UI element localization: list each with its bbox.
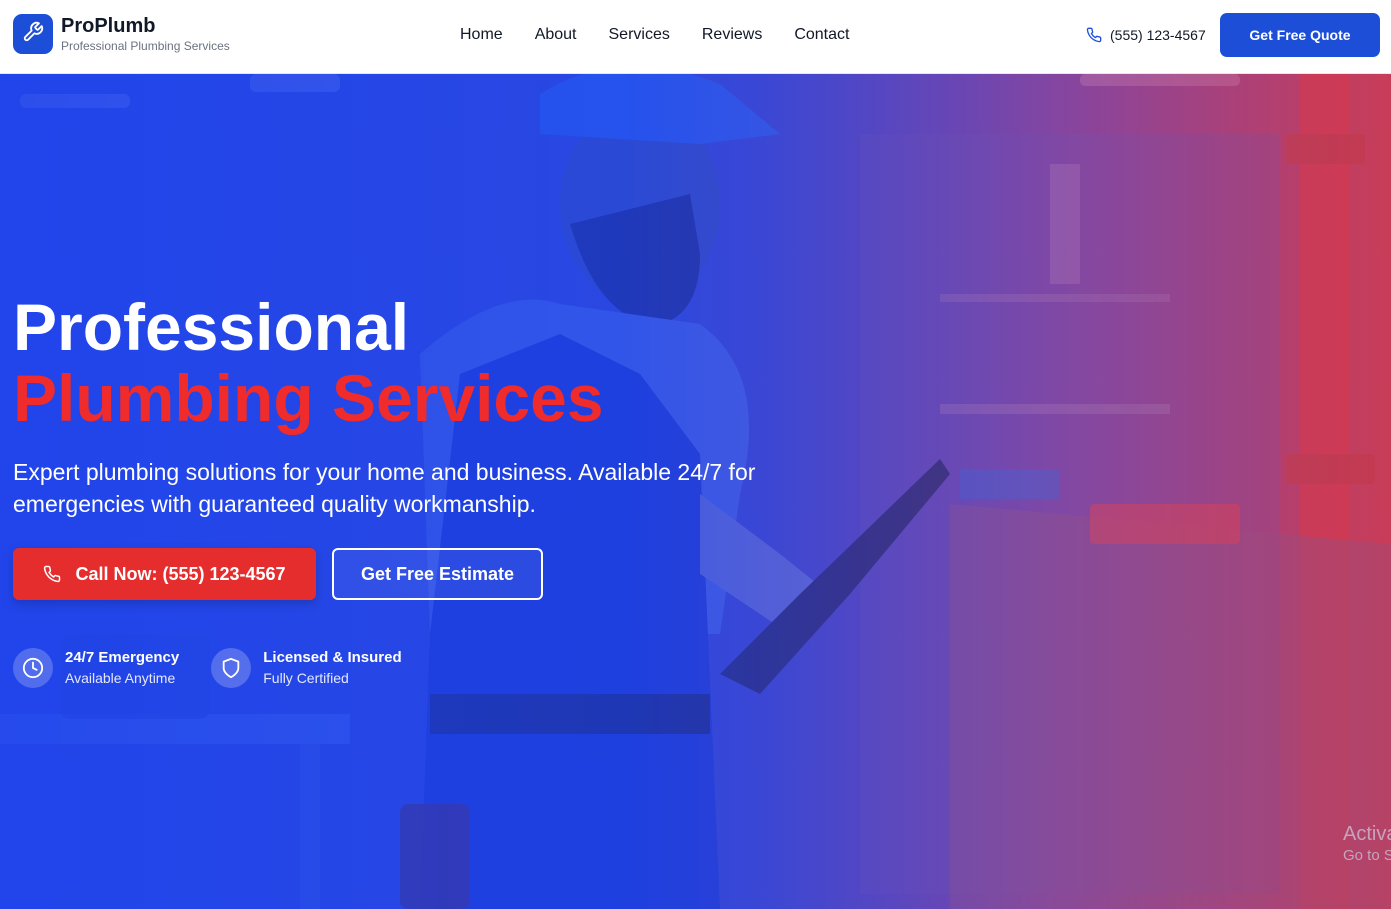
hero-cta-row: Call Now: (555) 123-4567 Get Free Estima… <box>13 548 543 600</box>
feature-licensed: Licensed & Insured Fully Certified <box>211 648 402 688</box>
get-free-quote-button[interactable]: Get Free Quote <box>1220 13 1380 57</box>
watermark-line1: Activa <box>1343 823 1391 845</box>
call-now-button[interactable]: Call Now: (555) 123-4567 <box>13 548 316 600</box>
watermark-line2: Go to S <box>1343 847 1391 864</box>
feature-title: Licensed & Insured <box>263 649 402 666</box>
nav-item-services[interactable]: Services <box>609 25 670 45</box>
wrench-icon <box>22 21 44 48</box>
call-now-label: Call Now: (555) 123-4567 <box>75 563 286 584</box>
nav-item-contact[interactable]: Contact <box>794 25 849 45</box>
nav-item-home[interactable]: Home <box>460 25 503 45</box>
phone-icon <box>43 565 61 583</box>
feature-title: 24/7 Emergency <box>65 649 180 666</box>
site-header: ProPlumb Professional Plumbing Services … <box>0 0 1391 74</box>
hero-title-line1: Professional <box>13 290 410 364</box>
hero-features: 24/7 Emergency Available Anytime License… <box>13 648 434 688</box>
phone-icon <box>1086 27 1102 43</box>
brand[interactable]: ProPlumb Professional Plumbing Services <box>13 14 230 54</box>
activation-watermark: Activa Go to S <box>1343 822 1391 866</box>
shield-icon <box>211 648 252 688</box>
hero-description: Expert plumbing solutions for your home … <box>13 459 756 517</box>
hero-title-line2: Plumbing Services <box>13 361 604 435</box>
header-phone[interactable]: (555) 123-4567 <box>1086 26 1206 44</box>
get-free-estimate-button[interactable]: Get Free Estimate <box>332 548 543 600</box>
hero-content: Professional Plumbing Services Expert pl… <box>13 292 813 520</box>
brand-name: ProPlumb <box>61 15 156 37</box>
nav-item-about[interactable]: About <box>535 25 577 45</box>
feature-emergency: 24/7 Emergency Available Anytime <box>13 648 179 688</box>
brand-tagline: Professional Plumbing Services <box>61 39 230 53</box>
feature-subtitle: Fully Certified <box>263 670 349 686</box>
main-nav: Home About Services Reviews Contact <box>460 25 881 45</box>
hero-title: Professional Plumbing Services <box>13 292 813 434</box>
feature-subtitle: Available Anytime <box>65 670 176 686</box>
hero-section: Professional Plumbing Services Expert pl… <box>0 74 1391 909</box>
nav-item-reviews[interactable]: Reviews <box>702 25 762 45</box>
clock-icon <box>13 648 53 688</box>
brand-logo <box>13 14 53 54</box>
header-phone-number: (555) 123-4567 <box>1110 27 1206 43</box>
